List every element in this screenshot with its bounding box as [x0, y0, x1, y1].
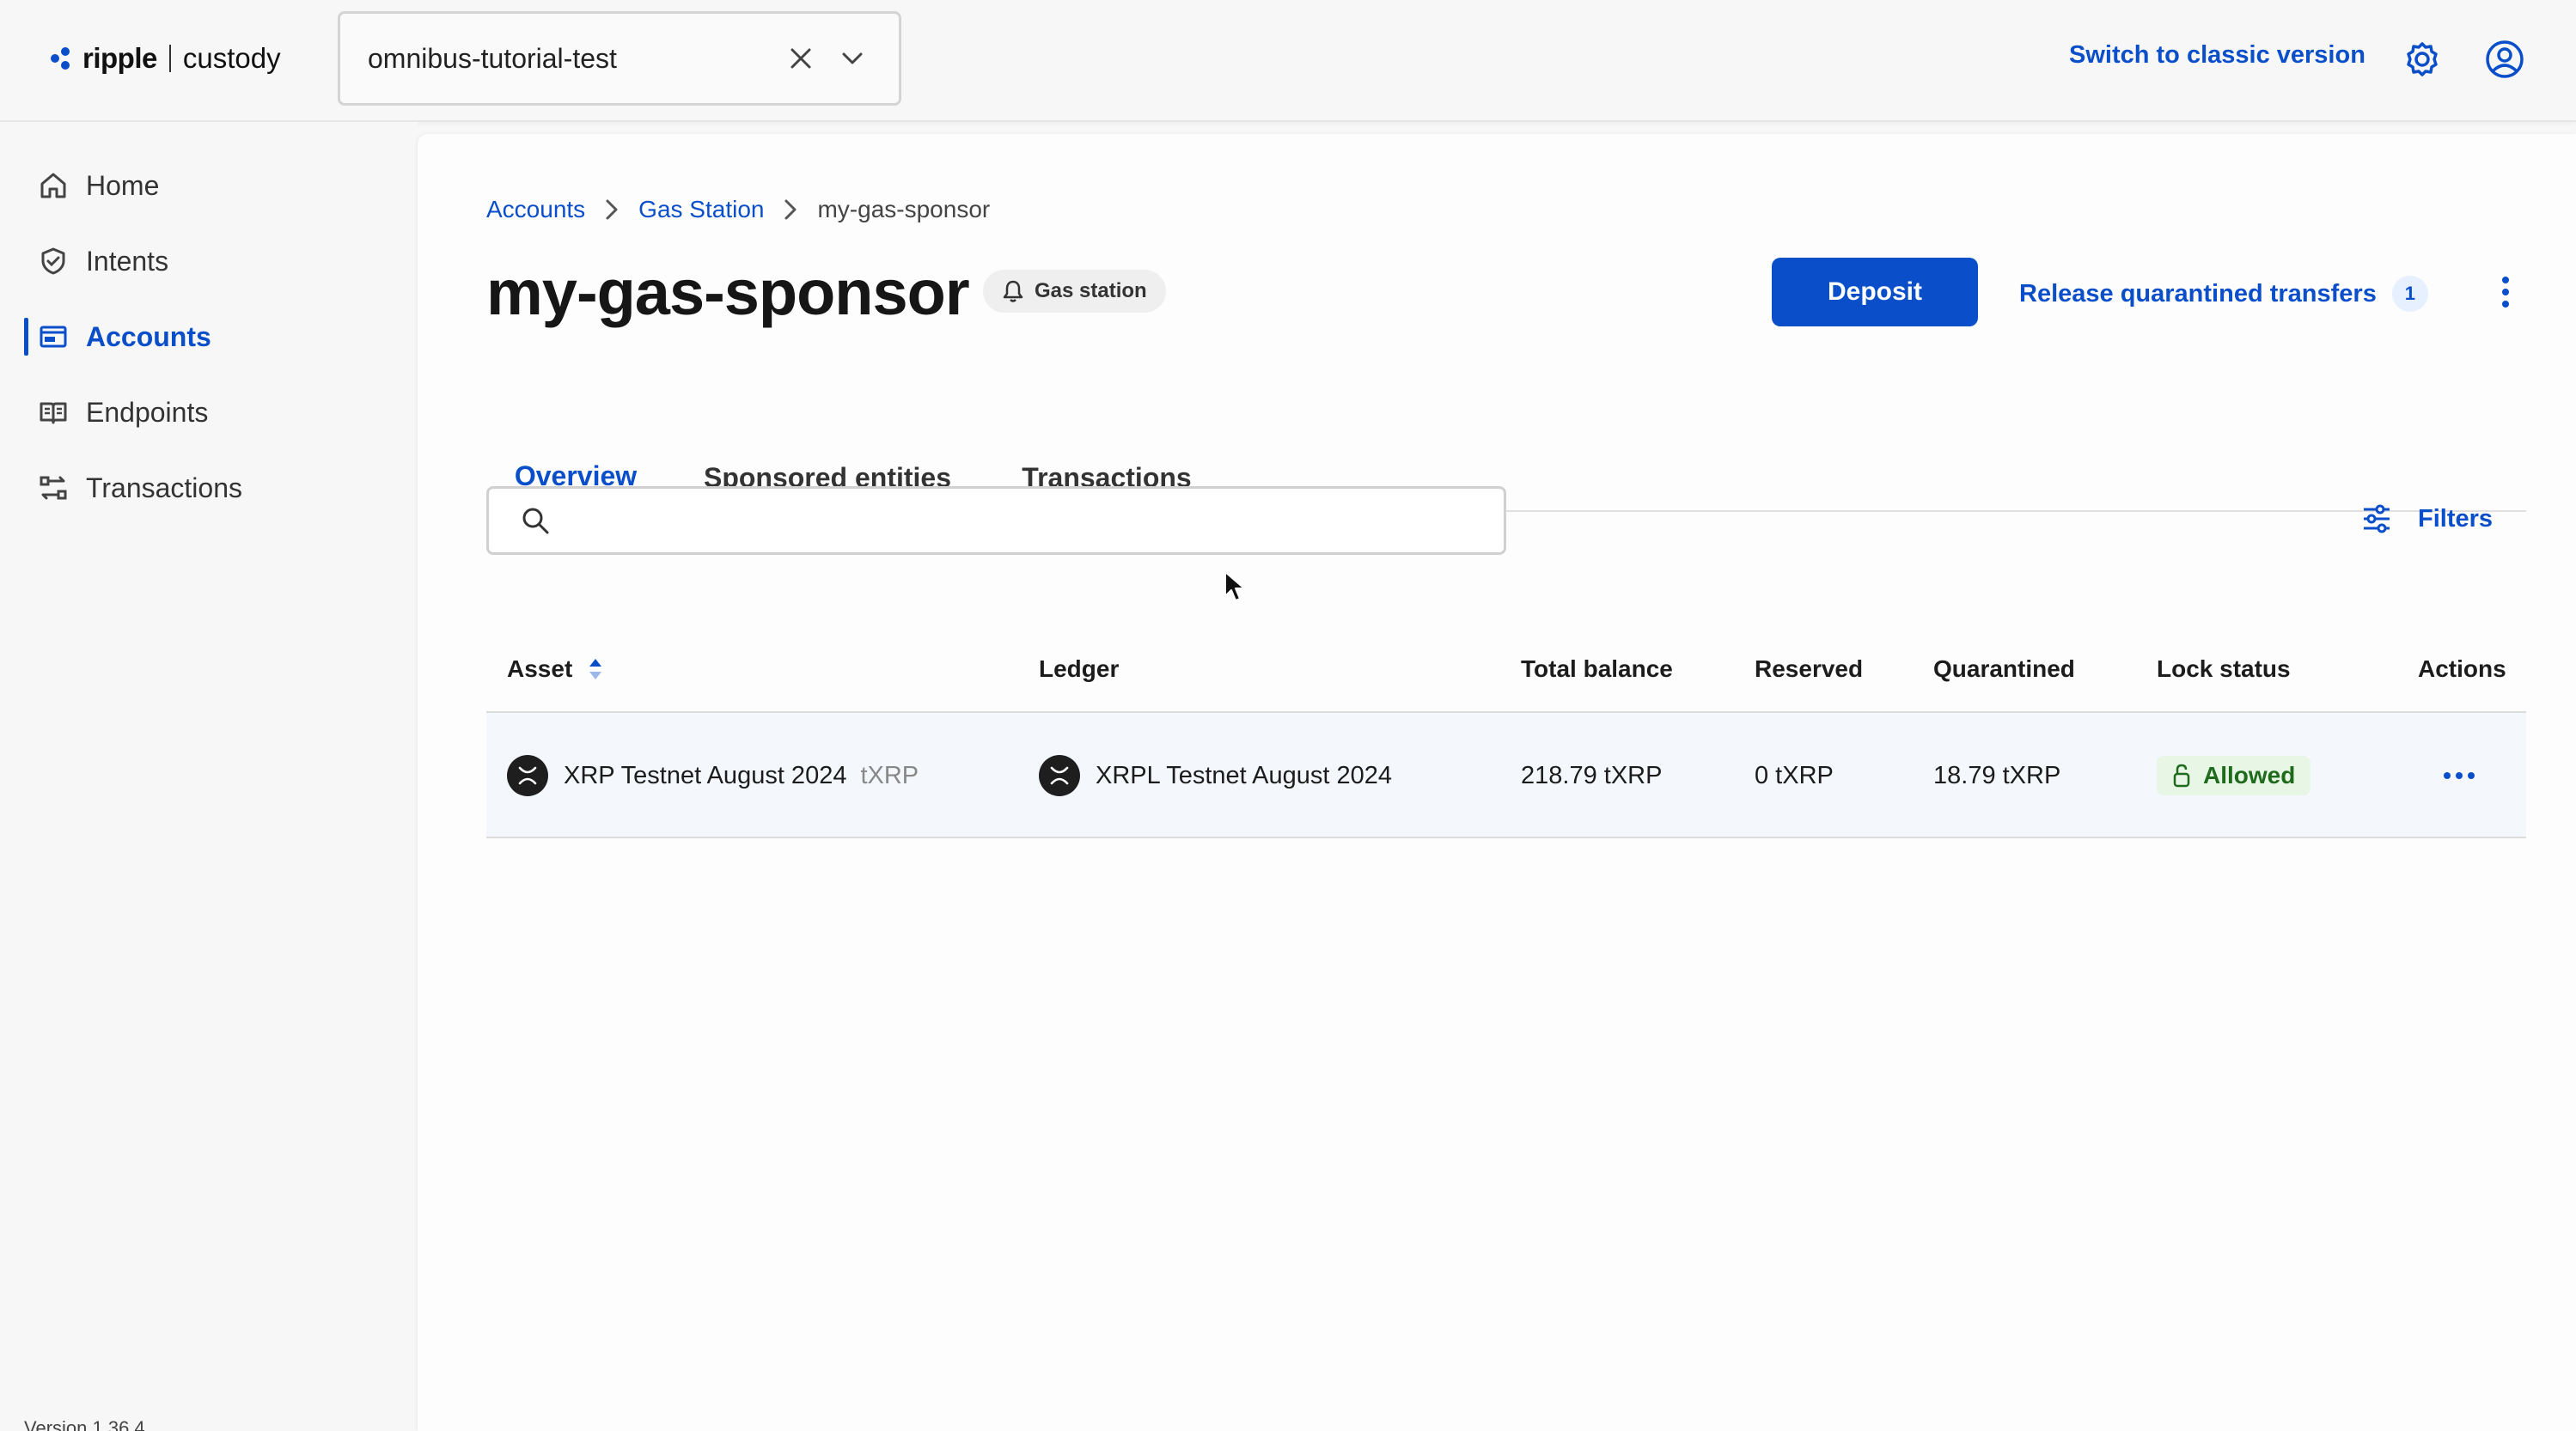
- row-more-options-icon[interactable]: [2433, 758, 2485, 793]
- quarantined-count-badge: 1: [2391, 276, 2428, 312]
- sidebar-item-accounts[interactable]: Accounts: [0, 309, 418, 364]
- user-profile-icon[interactable]: [2483, 38, 2526, 81]
- column-header-label: Asset: [507, 655, 573, 682]
- table-header: Asset Ledger Total balance Reserved Quar…: [486, 625, 2526, 713]
- more-options-icon[interactable]: [2488, 273, 2523, 311]
- wallet-icon: [40, 326, 67, 348]
- product-name: custody: [182, 42, 281, 74]
- home-icon: [40, 173, 66, 198]
- assets-table: Asset Ledger Total balance Reserved Quar…: [486, 625, 2526, 838]
- book-icon: [40, 402, 67, 424]
- breadcrumb-current: my-gas-sponsor: [817, 196, 991, 222]
- column-header-lock-status: Lock status: [2157, 655, 2291, 682]
- sidebar-item-label: Endpoints: [86, 396, 209, 428]
- gas-station-badge: Gas station: [983, 270, 1166, 313]
- top-bar: ripple custody omnibus-tutorial-test Swi…: [0, 0, 2576, 122]
- switch-classic-link[interactable]: Switch to classic version: [2069, 41, 2365, 70]
- lock-status-label: Allowed: [2203, 762, 2296, 789]
- unlock-icon: [2173, 764, 2190, 788]
- search-icon: [522, 508, 549, 534]
- column-header-total-balance: Total balance: [1521, 655, 1673, 682]
- app-version: Version 1.36.4: [24, 1417, 145, 1431]
- asset-symbol: tXRP: [860, 761, 919, 789]
- breadcrumb: Accounts Gas Station my-gas-sponsor: [486, 196, 990, 223]
- chevron-right-icon: [784, 199, 797, 220]
- status-badge: Allowed: [2157, 756, 2311, 795]
- sidebar-item-label: Accounts: [86, 320, 211, 352]
- search-input[interactable]: [566, 495, 1504, 546]
- main-content: Accounts Gas Station my-gas-sponsor my-g…: [418, 134, 2576, 1431]
- page-title: my-gas-sponsor: [486, 257, 970, 328]
- breadcrumb-gas-station[interactable]: Gas Station: [638, 196, 764, 223]
- sidebar-item-transactions[interactable]: Transactions: [0, 460, 418, 515]
- mouse-cursor-icon: [1224, 571, 1245, 601]
- transfer-icon: [40, 476, 67, 500]
- sidebar-item-home[interactable]: Home: [0, 158, 418, 213]
- chevron-right-icon: [606, 199, 618, 220]
- filters-label: Filters: [2418, 504, 2494, 533]
- table-row[interactable]: XRP Testnet August 2024 tXRP XRPL Testnet…: [486, 713, 2526, 838]
- settings-gear-icon[interactable]: [2401, 38, 2444, 81]
- chevron-down-icon[interactable]: [833, 40, 871, 77]
- column-header-reserved: Reserved: [1755, 655, 1864, 682]
- sidebar-item-label: Intents: [86, 245, 169, 277]
- filters-button[interactable]: Filters: [2361, 503, 2493, 534]
- sidebar-item-endpoints[interactable]: Endpoints: [0, 385, 418, 440]
- clear-icon[interactable]: [782, 40, 820, 77]
- organization-selector[interactable]: omnibus-tutorial-test: [338, 11, 901, 106]
- deposit-button[interactable]: Deposit: [1772, 258, 1978, 326]
- column-header-ledger: Ledger: [1039, 655, 1120, 682]
- xrpl-icon: [1039, 755, 1080, 796]
- xrp-icon: [507, 755, 548, 796]
- sidebar-item-intents[interactable]: Intents: [0, 234, 418, 289]
- asset-cell: XRP Testnet August 2024 tXRP: [507, 713, 919, 838]
- release-quarantined-transfers-link[interactable]: Release quarantined transfers 1: [2019, 276, 2428, 312]
- reserved-cell: 0 tXRP: [1755, 761, 1834, 789]
- search-box[interactable]: [486, 486, 1506, 555]
- shield-icon: [41, 247, 65, 275]
- ripple-logo-icon: [51, 47, 70, 70]
- logo-divider: [168, 45, 171, 72]
- ledger-name: XRPL Testnet August 2024: [1096, 761, 1393, 789]
- total-balance-cell: 218.79 tXRP: [1521, 761, 1663, 789]
- sidebar-item-label: Home: [86, 169, 160, 201]
- bell-icon: [1003, 280, 1023, 302]
- column-header-asset[interactable]: Asset: [507, 625, 603, 713]
- quarantined-cell: 18.79 tXRP: [1933, 761, 2061, 789]
- gas-station-badge-label: Gas station: [1035, 279, 1147, 302]
- sort-icon[interactable]: [588, 657, 603, 681]
- sidebar-item-label: Transactions: [86, 472, 242, 503]
- sidebar: Home Intents Accounts Endpoints Transact…: [0, 122, 418, 1431]
- column-header-quarantined: Quarantined: [1933, 655, 2075, 682]
- breadcrumb-accounts[interactable]: Accounts: [486, 196, 585, 223]
- ledger-cell: XRPL Testnet August 2024: [1039, 713, 1392, 838]
- ripple-custody-logo[interactable]: ripple custody: [48, 38, 281, 79]
- lock-status-cell: Allowed: [2157, 713, 2311, 838]
- actions-cell: [2433, 713, 2485, 838]
- sliders-icon: [2364, 504, 2390, 533]
- release-quarantined-label: Release quarantined transfers: [2019, 279, 2377, 308]
- column-header-actions: Actions: [2418, 655, 2506, 682]
- organization-selector-value: omnibus-tutorial-test: [368, 42, 617, 74]
- brand-name: ripple: [82, 42, 157, 74]
- asset-name: XRP Testnet August 2024: [564, 761, 847, 789]
